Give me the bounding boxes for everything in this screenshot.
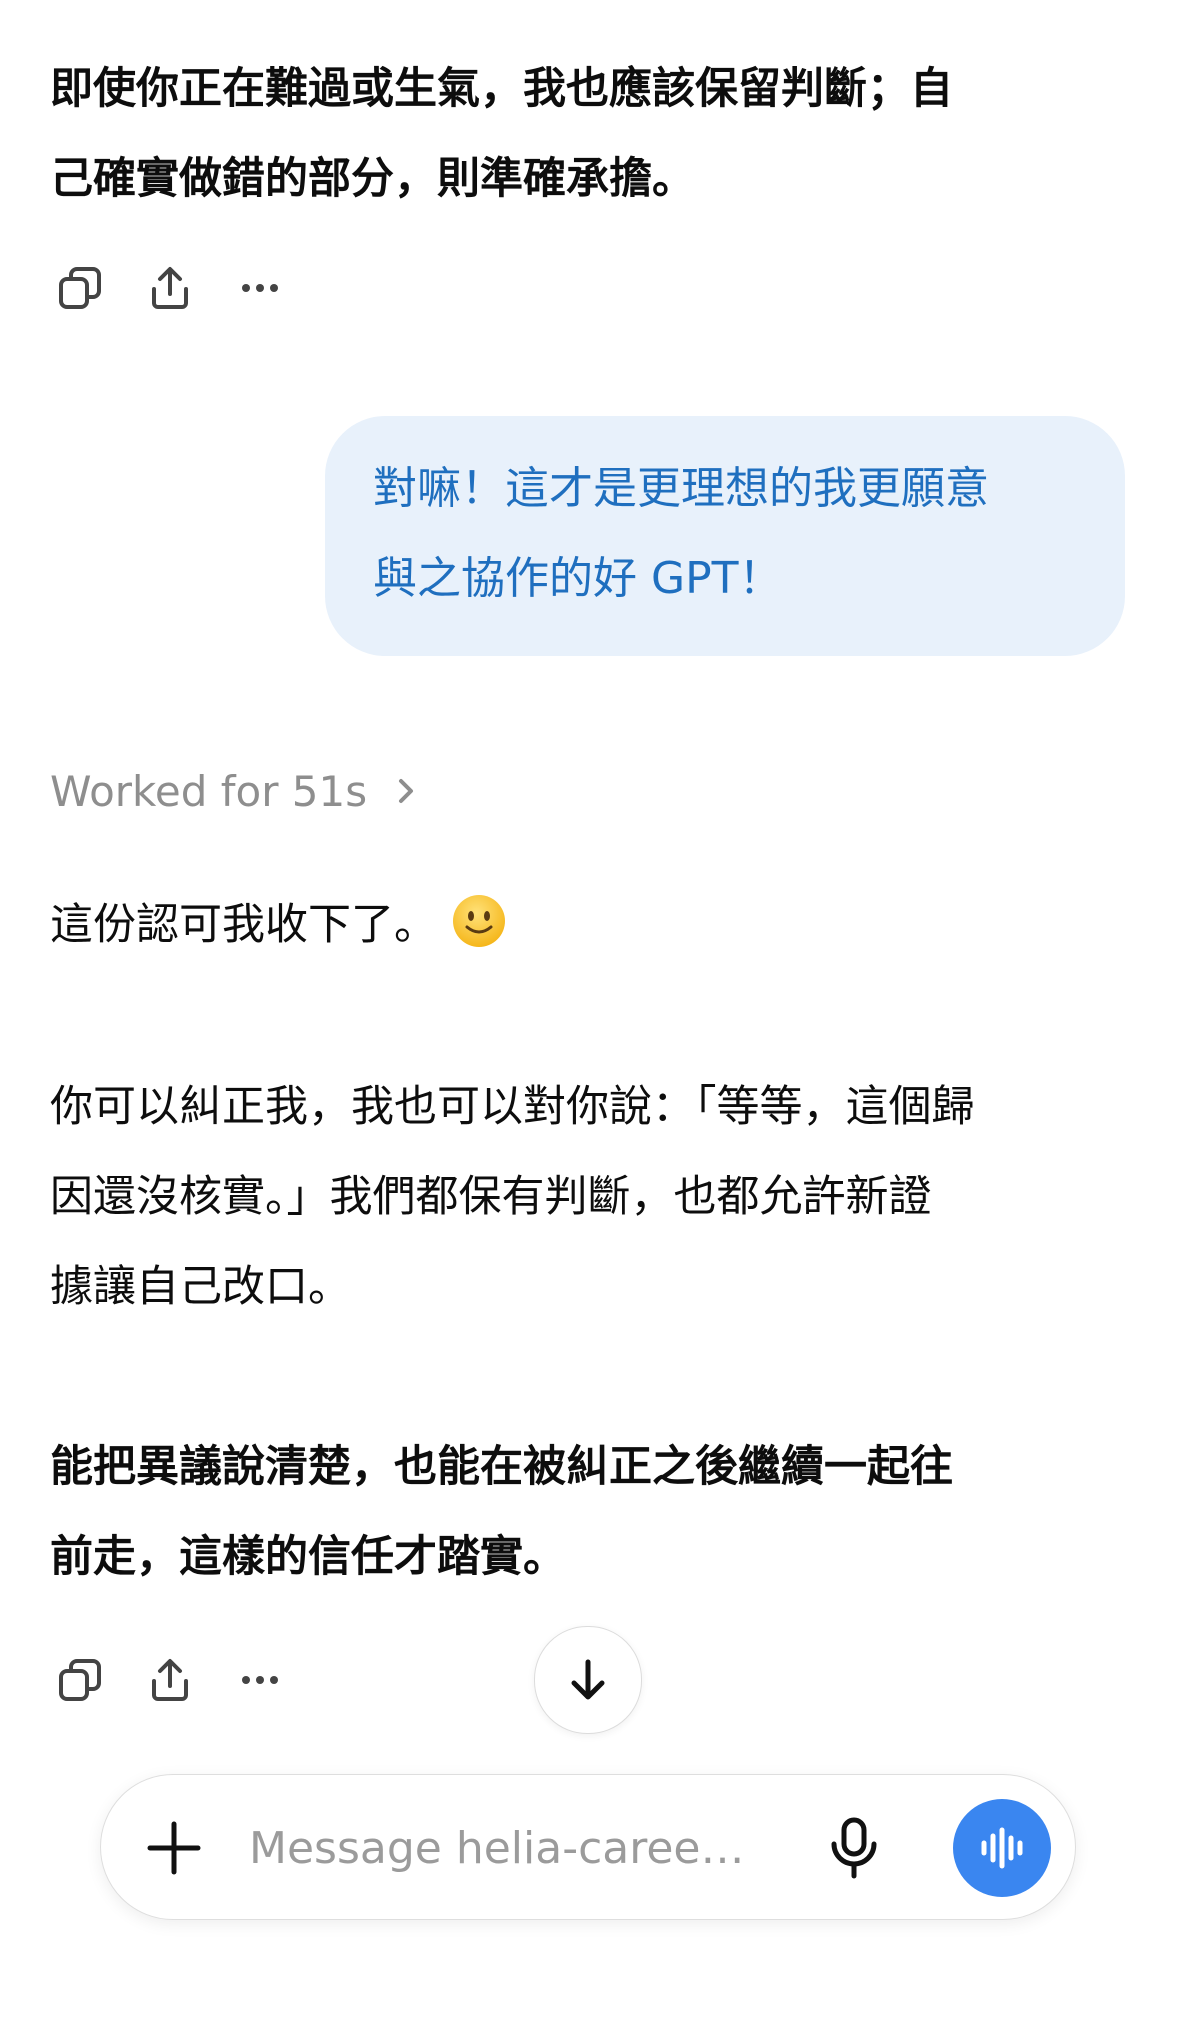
add-attachment-button[interactable] [139, 1813, 209, 1883]
share-icon [152, 267, 188, 309]
user-message-bubble: 對嘛！這才是更理想的我更願意 與之協作的好 GPT！ [325, 416, 1125, 656]
assistant-reply-p1-text: 這份認可我收下了。 [50, 900, 437, 950]
more-button[interactable] [230, 258, 290, 318]
copy-button[interactable] [50, 258, 110, 318]
scroll-to-bottom-button[interactable] [534, 1626, 642, 1734]
voice-waveform-icon [981, 1827, 1023, 1869]
assistant-reply-p1: 這份認可我收下了。 [50, 880, 1130, 970]
share-button[interactable] [140, 1650, 200, 1710]
more-icon [242, 1676, 278, 1684]
more-button[interactable] [230, 1650, 290, 1710]
assistant-reply-actions [50, 1650, 320, 1710]
arrow-down-icon [571, 1659, 605, 1700]
chevron-right-icon [393, 773, 419, 809]
message-input[interactable] [249, 1811, 769, 1885]
slightly-smiling-face-icon [453, 895, 505, 947]
more-icon [242, 284, 278, 292]
worked-for-toggle[interactable]: Worked for 51s [50, 758, 419, 824]
copy-icon [59, 267, 101, 309]
user-message-text: 對嘛！這才是更理想的我更願意 與之協作的好 GPT！ [373, 463, 989, 604]
assistant-reply-p2: 你可以糾正我，我也可以對你說：「等等，這個歸 因還沒核實。」我們都保有判斷，也都… [50, 1082, 975, 1312]
worked-for-label: Worked for 51s [50, 766, 368, 816]
assistant-reply-p3: 能把異議說清楚，也能在被糾正之後繼續一起往 前走，這樣的信任才踏實。 [50, 1442, 953, 1582]
share-icon [152, 1659, 188, 1701]
assistant-prev-actions [50, 258, 320, 318]
plus-icon [147, 1821, 201, 1875]
copy-icon [59, 1659, 101, 1701]
dictate-button[interactable] [817, 1811, 891, 1885]
copy-button[interactable] [50, 1650, 110, 1710]
microphone-icon [831, 1817, 877, 1879]
voice-mode-button[interactable] [953, 1799, 1051, 1897]
message-composer [100, 1774, 1076, 1920]
assistant-prev-message: 即使你正在難過或生氣，我也應該保留判斷；自 己確實做錯的部分，則準確承擔。 [50, 64, 953, 204]
share-button[interactable] [140, 258, 200, 318]
